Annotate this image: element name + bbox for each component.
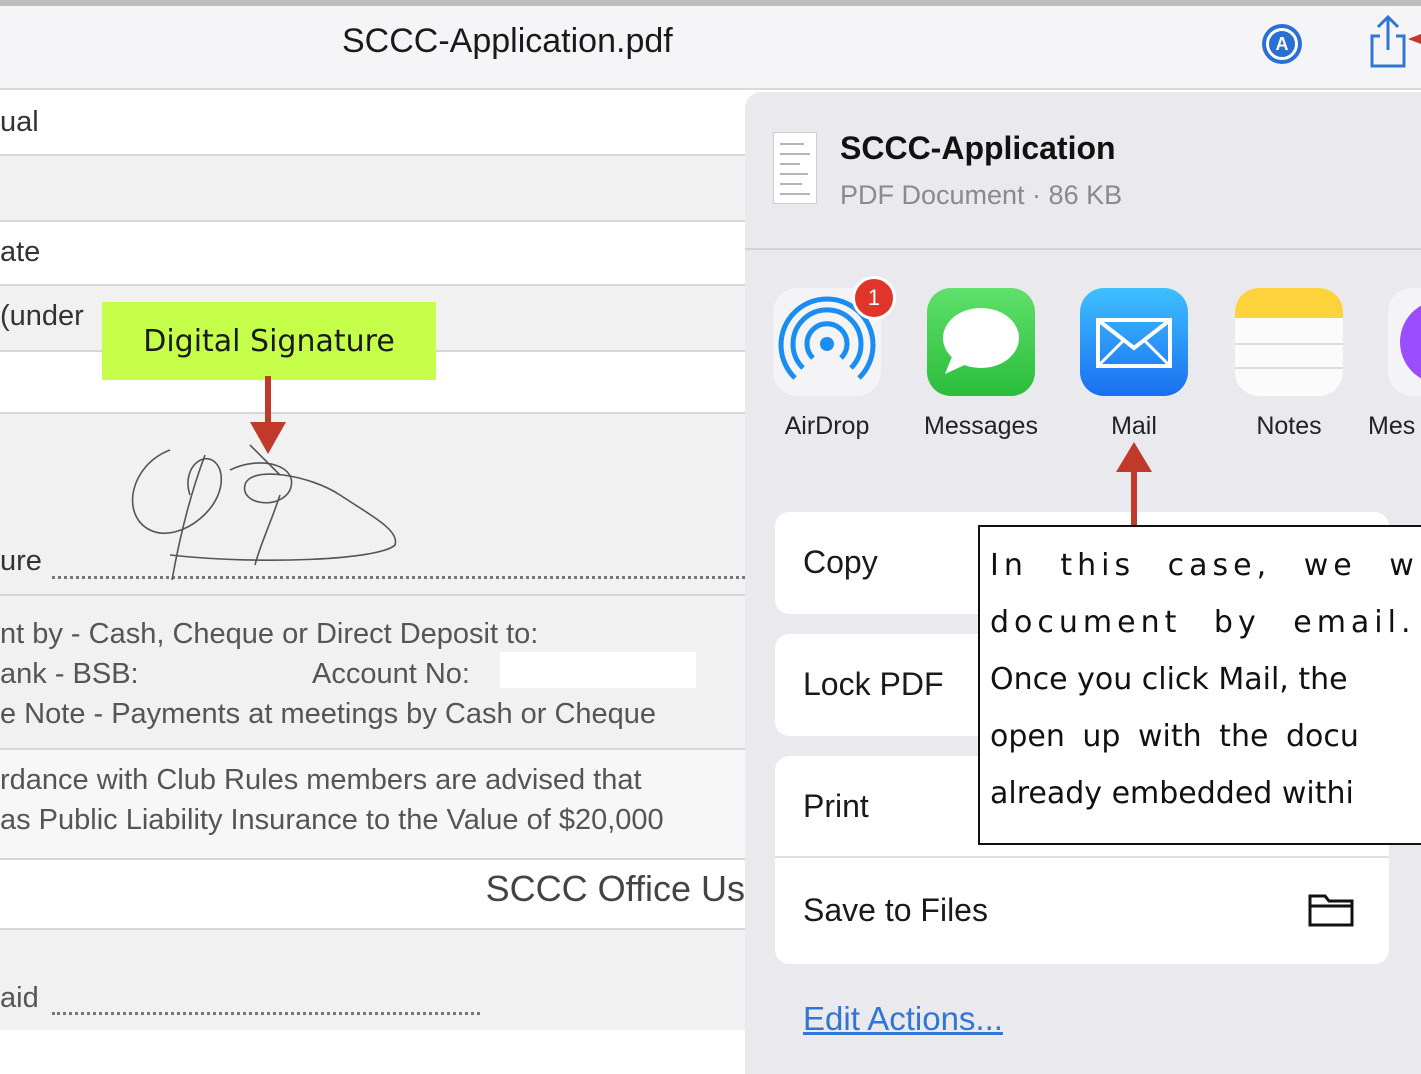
markup-icon: A [1266,28,1298,60]
share-sheet-header: SCCC-Application PDF Document · 86 KB [745,92,1421,250]
handwritten-signature [131,444,397,581]
digital-signature-label: Digital Signature [102,302,436,380]
rules-line-2: as Public Liability Insurance to the Val… [0,804,664,836]
status-strip [0,0,1421,6]
field-membership-type: ual [0,106,39,138]
payment-account: Account No: [312,658,470,690]
share-app-notes[interactable]: Notes [1235,288,1343,440]
payment-bank: ank - BSB: [0,658,139,690]
payment-line-3: e Note - Payments at meetings by Cash or… [0,698,657,730]
callout-line-1: In this case, we wi [990,548,1421,583]
share-icon[interactable] [1364,14,1412,70]
action-save-to-files[interactable]: Save to Files [775,858,1389,964]
messages-icon [943,308,1019,374]
callout-line-4: open up with the docu [990,719,1359,754]
document-thumbnail [773,132,817,204]
edit-actions-link[interactable]: Edit Actions... [803,1000,1003,1038]
field-date: ate [0,236,41,268]
signature-field-label: ure [0,545,42,577]
share-app-mail[interactable]: Mail [1080,288,1188,440]
callout-line-5: already embedded withi [990,776,1354,811]
app-label-airdrop: AirDrop [784,412,870,440]
mail-annotation-arrow [1116,442,1152,528]
office-use-heading: SCCC Office Us [485,868,745,909]
app-label-notes: Notes [1256,412,1322,440]
navigation-bar: SCCC-Application.pdf A [0,0,1421,90]
file-name: SCCC-Application [840,130,1116,166]
pointer-arrow [1408,34,1421,44]
notes-icon [1235,288,1343,369]
folder-icon [1308,894,1354,927]
instruction-callout: In this case, we wi document by email. C… [978,525,1421,845]
callout-line-3: Once you click Mail, the [990,662,1348,697]
app-label-mail: Mail [1111,412,1157,440]
share-app-messenger[interactable]: Mes [1368,288,1421,440]
airdrop-badge: 1 [852,276,896,320]
mail-icon [1096,318,1172,368]
callout-line-2: document by email. C [990,605,1421,640]
field-under: (under [0,300,84,332]
redacted-account [500,652,696,688]
paid-label: aid [0,982,39,1014]
messenger-icon [1400,305,1421,379]
markup-button[interactable]: A [1262,24,1302,64]
share-app-messages[interactable]: Messages [924,288,1038,440]
payment-line-1: nt by - Cash, Cheque or Direct Deposit t… [0,618,539,650]
document-title: SCCC-Application.pdf [342,22,673,60]
file-meta: PDF Document · 86 KB [840,180,1123,210]
app-label-messenger: Mes [1368,412,1416,440]
rules-line-1: rdance with Club Rules members are advis… [0,764,642,796]
app-label-messages: Messages [924,412,1038,440]
